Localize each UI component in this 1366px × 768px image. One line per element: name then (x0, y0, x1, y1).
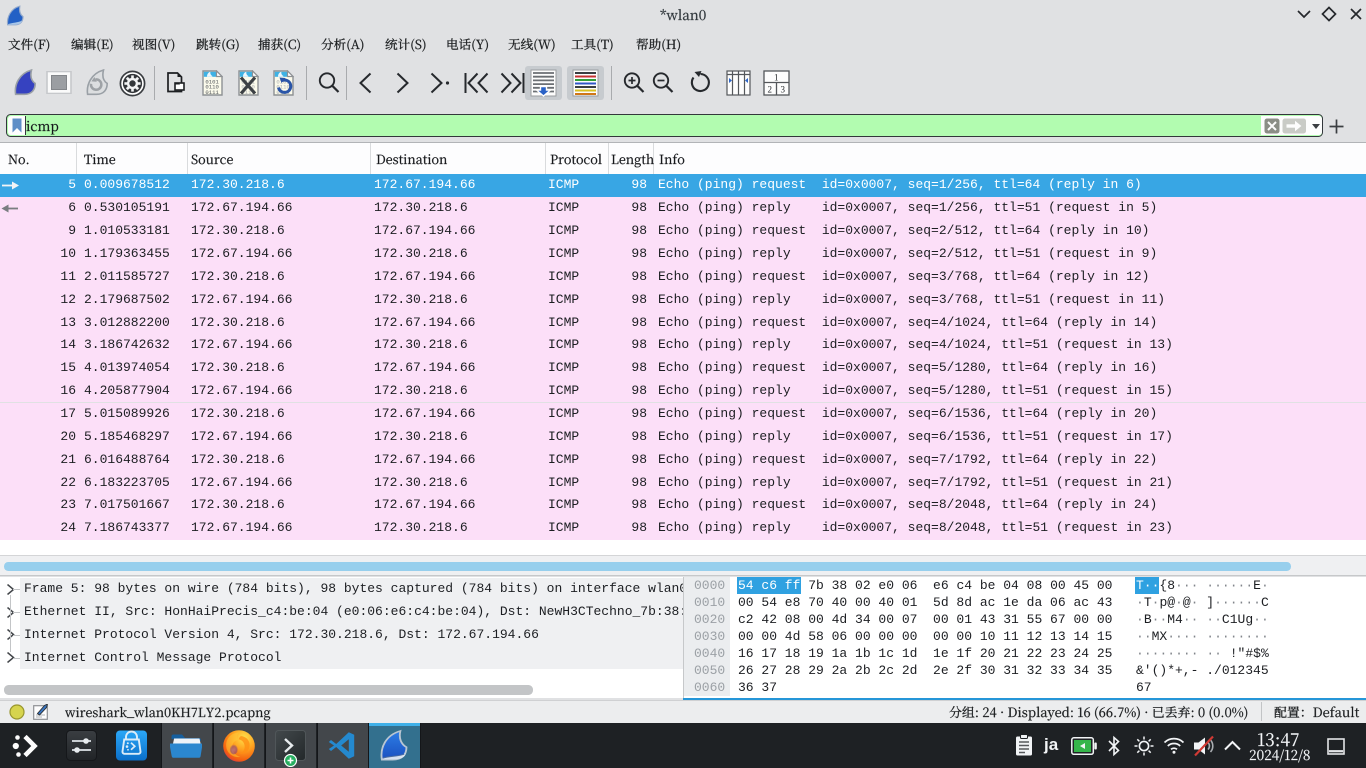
svg-text:2: 2 (768, 85, 773, 95)
svg-text:1: 1 (774, 73, 779, 83)
svg-text:0111: 0111 (205, 89, 219, 96)
svg-text:3: 3 (781, 85, 786, 95)
